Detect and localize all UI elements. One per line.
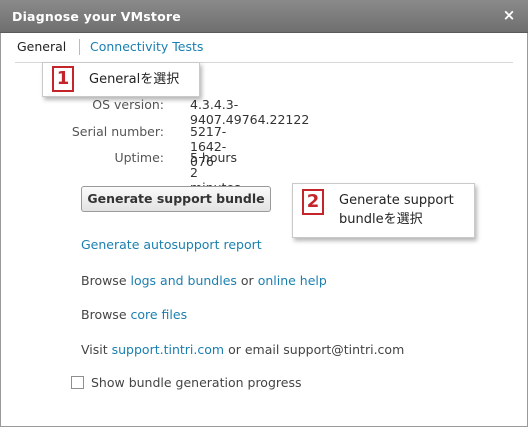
visit-prefix: Visit — [81, 342, 108, 357]
generate-support-bundle-button[interactable]: Generate support bundle — [81, 186, 271, 212]
browse-prefix: Browse — [81, 307, 127, 322]
browse-prefix: Browse — [81, 273, 127, 288]
os-version-label: OS version: — [92, 97, 164, 112]
close-icon[interactable]: × — [500, 6, 518, 24]
email-text: or email support@tintri.com — [228, 342, 405, 357]
callout-2: 2 Generate support bundleを選択 — [292, 183, 475, 238]
callout-2-line1: Generate support — [339, 193, 454, 208]
callout-1-number: 1 — [52, 66, 74, 92]
or-text: or — [240, 273, 254, 288]
title-bar: Diagnose your VMstore × — [0, 0, 528, 33]
support-site-link[interactable]: support.tintri.com — [112, 342, 224, 357]
progress-checkbox-label: Show bundle generation progress — [91, 375, 302, 390]
visit-row: Visit support.tintri.com or email suppor… — [81, 342, 404, 357]
serial-label: Serial number: — [71, 124, 164, 139]
tab-bar: General Connectivity Tests — [1, 33, 527, 63]
progress-option[interactable]: Show bundle generation progress — [71, 375, 301, 390]
os-version-value: 4.3.4.3-9407.49764.22122 — [190, 97, 310, 127]
window-title: Diagnose your VMstore — [12, 9, 181, 24]
uptime-label: Uptime: — [114, 150, 164, 165]
callout-1: 1 Generalを選択 — [42, 62, 200, 97]
tab-general[interactable]: General — [17, 39, 66, 54]
tab-connectivity-tests[interactable]: Connectivity Tests — [90, 39, 203, 54]
callout-1-text: Generalを選択 — [89, 72, 180, 87]
core-files-link[interactable]: core files — [131, 307, 188, 322]
logs-and-bundles-link[interactable]: logs and bundles — [131, 273, 237, 288]
callout-2-number: 2 — [302, 189, 324, 215]
browse-core-row: Browse core files — [81, 307, 187, 322]
progress-checkbox[interactable] — [71, 376, 84, 389]
callout-2-line2: bundleを選択 — [339, 212, 423, 227]
tab-divider — [79, 39, 80, 55]
autosupport-row: Generate autosupport report — [81, 237, 262, 252]
online-help-link[interactable]: online help — [258, 273, 327, 288]
browse-logs-row: Browse logs and bundles or online help — [81, 273, 327, 288]
generate-autosupport-link[interactable]: Generate autosupport report — [81, 237, 262, 252]
